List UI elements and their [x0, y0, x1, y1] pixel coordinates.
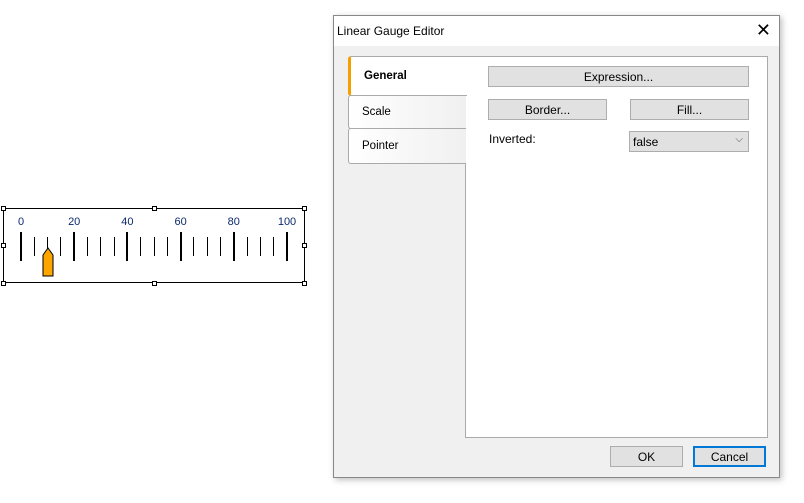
title-bar: Linear Gauge Editor ✕	[334, 16, 779, 46]
minor-tick	[193, 237, 195, 256]
tab-general[interactable]: General	[348, 56, 467, 96]
tab-pointer[interactable]: Pointer	[348, 128, 466, 164]
minor-tick	[206, 237, 208, 256]
cancel-button[interactable]: Cancel	[693, 446, 766, 467]
resize-handle[interactable]	[1, 281, 6, 286]
scale-label: 20	[68, 216, 81, 228]
inverted-label: Inverted:	[489, 132, 536, 146]
minor-tick	[153, 237, 155, 256]
resize-handle[interactable]	[1, 206, 6, 211]
scale-label: 100	[277, 216, 297, 228]
resize-handle[interactable]	[302, 281, 307, 286]
major-tick	[126, 232, 129, 261]
inverted-value: false	[633, 135, 659, 149]
scale-label: 0	[17, 216, 25, 228]
major-tick	[20, 232, 22, 261]
major-tick	[179, 232, 182, 261]
minor-tick	[220, 237, 221, 256]
scale-label: 40	[121, 216, 134, 228]
minor-tick	[60, 237, 62, 256]
inverted-select[interactable]: false ⌵	[629, 131, 749, 152]
scale-label: 80	[227, 216, 240, 228]
resize-handle[interactable]	[152, 281, 157, 286]
gauge-pointer[interactable]	[42, 247, 54, 277]
major-tick	[73, 232, 76, 261]
resize-handle[interactable]	[302, 206, 307, 211]
ok-button[interactable]: OK	[610, 446, 683, 467]
major-tick	[232, 232, 235, 261]
minor-tick	[140, 237, 142, 256]
minor-tick	[33, 237, 35, 256]
expression-button[interactable]: Expression...	[488, 66, 749, 87]
fill-button[interactable]: Fill...	[630, 99, 749, 120]
minor-tick	[246, 237, 248, 256]
linear-gauge-editor-dialog: Linear Gauge Editor ✕ Expression... Bord…	[333, 15, 780, 478]
chevron-down-icon: ⌵	[735, 134, 743, 145]
border-button[interactable]: Border...	[488, 99, 607, 120]
minor-tick	[166, 237, 168, 256]
dialog-title: Linear Gauge Editor	[337, 24, 445, 38]
close-icon[interactable]: ✕	[756, 20, 771, 41]
minor-tick	[273, 237, 275, 256]
tab-scale[interactable]: Scale	[348, 95, 466, 129]
minor-tick	[87, 237, 88, 256]
major-tick	[286, 232, 288, 261]
tab-content-panel: Expression... Border... Fill... Inverted…	[465, 56, 768, 438]
scale-label: 60	[174, 216, 187, 228]
minor-tick	[113, 237, 115, 256]
resize-handle[interactable]	[302, 243, 307, 248]
resize-handle[interactable]	[152, 206, 157, 211]
resize-handle[interactable]	[1, 243, 6, 248]
minor-tick	[259, 237, 261, 256]
minor-tick	[100, 237, 102, 256]
